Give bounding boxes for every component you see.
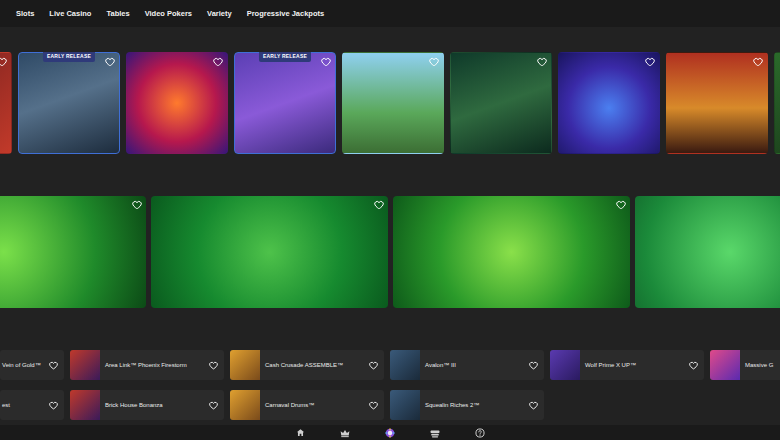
game-name: Squealin Riches 2™ <box>425 401 525 410</box>
game-list-item[interactable]: Massive G <box>710 350 780 380</box>
game-tile[interactable]: EARLY RELEASE <box>234 52 336 154</box>
heart-icon[interactable] <box>429 57 439 67</box>
bottom-nav <box>0 425 780 440</box>
heart-icon[interactable] <box>529 361 538 370</box>
reward-game-tile[interactable] <box>393 196 630 308</box>
game-list-item[interactable]: est <box>0 390 64 420</box>
game-tile[interactable] <box>0 52 12 154</box>
casino-chip-icon[interactable] <box>383 425 398 440</box>
nav-tab[interactable]: Video Pokers <box>145 8 192 19</box>
game-list-item[interactable]: Squealin Riches 2™ <box>390 390 544 420</box>
featured-section: EARLY RELEASE EARLY RELEASE <box>0 27 780 154</box>
heart-icon[interactable] <box>213 57 223 67</box>
game-name: Cash Crusade ASSEMBLE™ <box>265 361 365 370</box>
early-release-badge: EARLY RELEASE <box>259 52 311 62</box>
game-tile[interactable] <box>126 52 228 154</box>
game-list-row: est Brick House Bonanza Carnaval Drums™ Squ… <box>0 390 780 420</box>
game-thumbnail <box>70 350 100 380</box>
reward-game-tile[interactable] <box>0 196 146 308</box>
game-name: Avalon™ III <box>425 361 525 370</box>
game-list-item[interactable]: Cash Crusade ASSEMBLE™ <box>230 350 384 380</box>
lobby-page: Slots Live Casino Tables Video Pokers Variet… <box>0 0 780 440</box>
heart-icon[interactable] <box>374 200 384 210</box>
game-list-item[interactable]: Brick House Bonanza <box>70 390 224 420</box>
game-list-item[interactable]: Carnaval Drums™ <box>230 390 384 420</box>
top-nav: Slots Live Casino Tables Video Pokers Variet… <box>0 0 780 27</box>
home-icon[interactable] <box>293 425 308 440</box>
game-thumbnail <box>230 350 260 380</box>
early-release-badge: EARLY RELEASE <box>43 52 95 62</box>
game-name: Brick House Bonanza <box>105 401 205 410</box>
game-name: Vein of Gold™ <box>2 361 45 370</box>
game-name: Massive G <box>745 361 780 370</box>
rewards-section <box>0 154 780 308</box>
game-tile[interactable] <box>558 52 660 154</box>
heart-icon[interactable] <box>616 200 626 210</box>
game-tile[interactable] <box>774 52 780 154</box>
heart-icon[interactable] <box>209 361 218 370</box>
heart-icon[interactable] <box>645 57 655 67</box>
game-list-item[interactable]: Area Link™ Phoenix Firestorm <box>70 350 224 380</box>
reward-game-tile[interactable] <box>635 196 780 308</box>
featured-strip: EARLY RELEASE EARLY RELEASE <box>0 52 780 154</box>
heart-icon[interactable] <box>369 361 378 370</box>
heart-icon[interactable] <box>529 401 538 410</box>
game-thumbnail <box>710 350 740 380</box>
heart-icon[interactable] <box>0 57 7 67</box>
heart-icon[interactable] <box>689 361 698 370</box>
heart-icon[interactable] <box>105 57 115 67</box>
game-list: Vein of Gold™ Area Link™ Phoenix Firestor… <box>0 350 780 420</box>
rewards-strip <box>0 196 780 308</box>
game-thumbnail <box>230 390 260 420</box>
game-list-item[interactable]: Vein of Gold™ <box>0 350 64 380</box>
game-name: Wolf Prime X UP™ <box>585 361 685 370</box>
heart-icon[interactable] <box>753 57 763 67</box>
game-list-row: Vein of Gold™ Area Link™ Phoenix Firestor… <box>0 350 780 380</box>
heart-icon[interactable] <box>369 401 378 410</box>
game-tile[interactable]: EARLY RELEASE <box>18 52 120 154</box>
game-thumbnail <box>550 350 580 380</box>
nav-tab[interactable]: Tables <box>106 8 129 19</box>
heart-icon[interactable] <box>49 401 58 410</box>
game-list-item[interactable]: Wolf Prime X UP™ <box>550 350 704 380</box>
game-list-item[interactable]: Avalon™ III <box>390 350 544 380</box>
heart-icon[interactable] <box>132 200 142 210</box>
heart-icon[interactable] <box>49 361 58 370</box>
game-thumbnail <box>70 390 100 420</box>
heart-icon[interactable] <box>209 401 218 410</box>
game-name: Area Link™ Phoenix Firestorm <box>105 361 205 370</box>
game-thumbnail <box>390 390 420 420</box>
help-icon[interactable] <box>473 425 488 440</box>
nav-tab[interactable]: Variety <box>207 8 232 19</box>
game-tile[interactable] <box>342 52 444 154</box>
crown-icon[interactable] <box>338 425 353 440</box>
nav-tab[interactable]: Progressive Jackpots <box>247 8 325 19</box>
game-tile[interactable] <box>666 52 768 154</box>
nav-tab[interactable]: Live Casino <box>49 8 91 19</box>
game-name: est <box>2 401 45 410</box>
heart-icon[interactable] <box>537 57 547 67</box>
game-tile[interactable] <box>450 52 552 154</box>
cards-stack-icon[interactable] <box>428 425 443 440</box>
game-thumbnail <box>390 350 420 380</box>
game-name: Carnaval Drums™ <box>265 401 365 410</box>
nav-tab[interactable]: Slots <box>16 8 34 19</box>
heart-icon[interactable] <box>321 57 331 67</box>
reward-game-tile[interactable] <box>151 196 388 308</box>
